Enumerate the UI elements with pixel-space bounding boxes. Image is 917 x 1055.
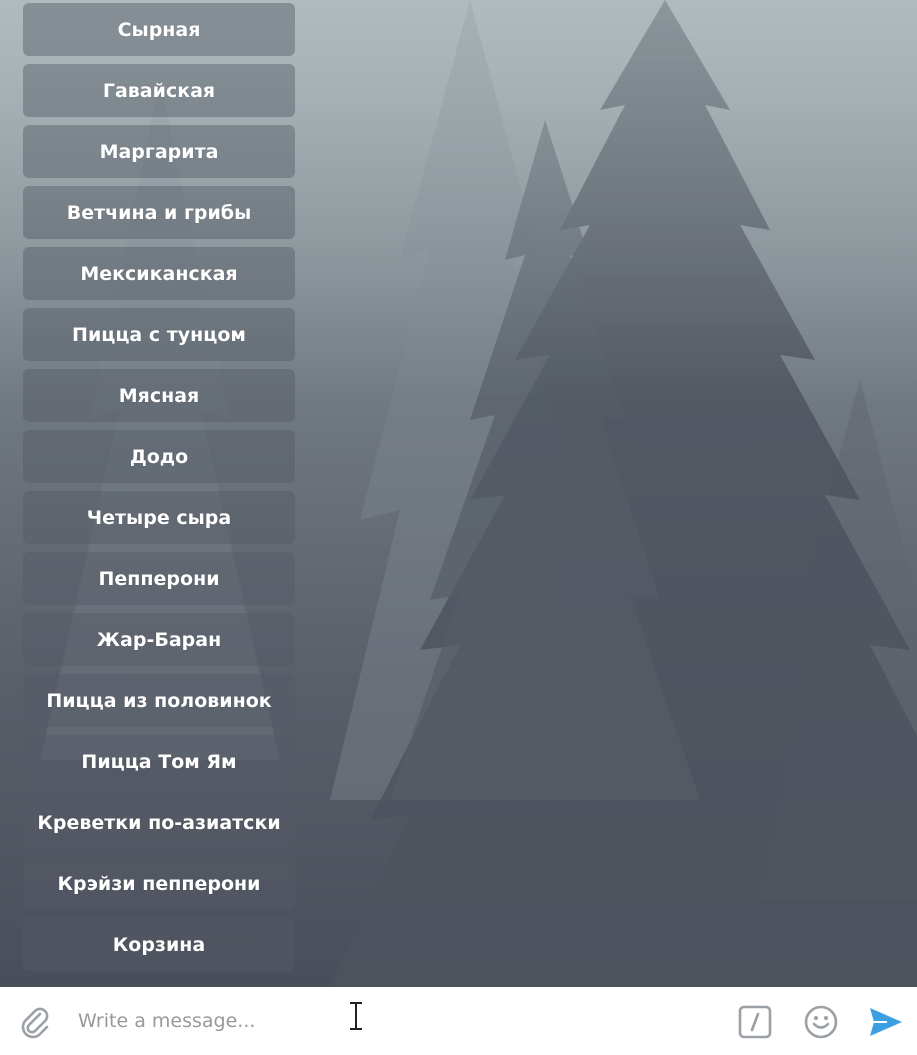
- send-icon[interactable]: [867, 1004, 905, 1040]
- keyboard-button-dodo[interactable]: Додо: [23, 430, 295, 483]
- keyboard-button-asian-shrimp[interactable]: Креветки по-азиатски: [23, 796, 295, 849]
- keyboard-button-halves[interactable]: Пицца из половинок: [23, 674, 295, 727]
- message-composer: [0, 987, 917, 1055]
- keyboard-button-tuna[interactable]: Пицца с тунцом: [23, 308, 295, 361]
- keyboard-button-crazy-pepperoni[interactable]: Крэйзи пепперони: [23, 857, 295, 910]
- text-cursor-icon: [350, 1002, 362, 1030]
- keyboard-button-hawaiian[interactable]: Гавайская: [23, 64, 295, 117]
- keyboard-button-cart[interactable]: Корзина: [23, 918, 295, 971]
- chat-background: Сырная Гавайская Маргарита Ветчина и гри…: [0, 0, 917, 987]
- telegram-chat-window: Сырная Гавайская Маргарита Ветчина и гри…: [0, 0, 917, 1055]
- keyboard-button-ham-mushrooms[interactable]: Ветчина и грибы: [23, 186, 295, 239]
- message-input[interactable]: [66, 1003, 706, 1039]
- keyboard-button-margherita[interactable]: Маргарита: [23, 125, 295, 178]
- slash-command-icon[interactable]: [738, 1005, 772, 1039]
- paperclip-icon[interactable]: [18, 1005, 52, 1039]
- keyboard-button-four-cheese[interactable]: Четыре сыра: [23, 491, 295, 544]
- keyboard-button-mexican[interactable]: Мексиканская: [23, 247, 295, 300]
- keyboard-button-meat[interactable]: Мясная: [23, 369, 295, 422]
- smiley-icon[interactable]: [803, 1004, 839, 1040]
- keyboard-button-zhar-baran[interactable]: Жар-Баран: [23, 613, 295, 666]
- keyboard-button-pepperoni[interactable]: Пепперони: [23, 552, 295, 605]
- keyboard-button-tom-yum[interactable]: Пицца Том Ям: [23, 735, 295, 788]
- reply-keyboard: Сырная Гавайская Маргарита Ветчина и гри…: [23, 3, 295, 979]
- keyboard-button-cheese[interactable]: Сырная: [23, 3, 295, 56]
